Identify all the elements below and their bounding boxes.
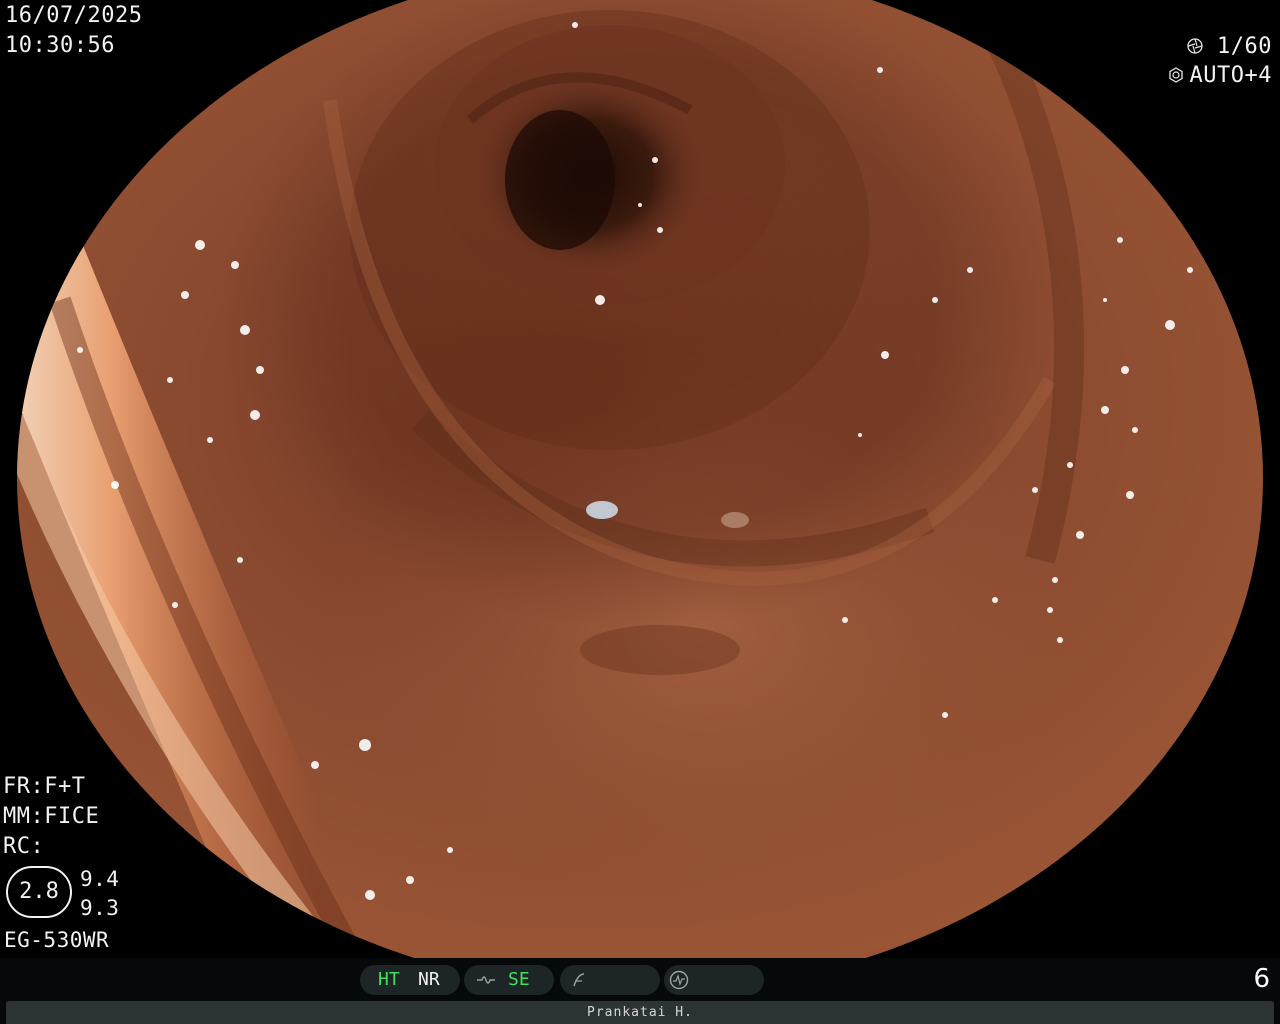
zoom-indicator: 2.8 — [6, 866, 72, 918]
zoom-value-top: 9.4 — [80, 867, 120, 891]
ht-nr-group[interactable]: HT NR — [360, 965, 460, 995]
auto-readout: AUTO+4 — [1168, 61, 1272, 91]
circle-record-icon — [668, 965, 690, 995]
mm-setting: MM:FICE — [3, 804, 100, 829]
se-group[interactable]: SE — [464, 965, 554, 995]
shutter-readout: 1/60 — [1187, 32, 1272, 62]
ht-label[interactable]: HT — [378, 965, 400, 995]
brightness-icon — [1168, 67, 1183, 83]
rc-setting: RC: — [3, 834, 45, 859]
record-group[interactable] — [664, 965, 764, 995]
endoscope-image — [0, 0, 1280, 958]
scope-model-label: EG-530WR — [4, 928, 110, 952]
auto-value: AUTO+4 — [1189, 63, 1272, 88]
wave-icon — [476, 965, 496, 995]
zoom-value-bottom: 9.3 — [80, 896, 120, 920]
freeze-group[interactable] — [560, 965, 660, 995]
se-label[interactable]: SE — [508, 965, 530, 995]
date-readout: 16/07/2025 — [5, 3, 143, 28]
slash-icon — [570, 965, 588, 995]
shutter-value: 1/60 — [1217, 34, 1272, 59]
aperture-icon — [1187, 38, 1203, 54]
fr-setting: FR:F+T — [3, 774, 86, 799]
patient-name: Prankatai H. — [587, 1005, 693, 1020]
time-readout: 10:30:56 — [5, 33, 115, 58]
nr-label[interactable]: NR — [418, 965, 440, 995]
page-number: 6 — [1253, 964, 1270, 994]
